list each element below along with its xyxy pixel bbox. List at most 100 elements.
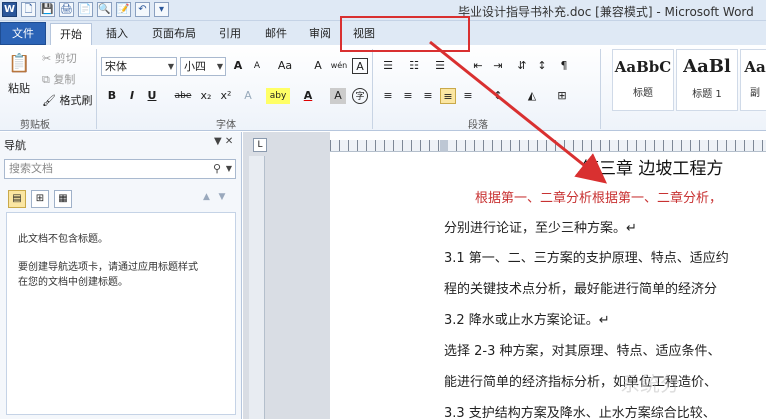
tab-mailings[interactable]: 邮件 — [256, 23, 296, 45]
group-separator — [372, 49, 373, 129]
phonetic-guide-button[interactable]: wén — [330, 58, 348, 74]
cut-button[interactable]: ✂ 剪切 — [42, 51, 77, 67]
close-icon[interactable]: ✕ — [225, 136, 233, 147]
nav-prev-next[interactable]: ▲ ▼ — [203, 192, 225, 202]
superscript-button[interactable]: x² — [218, 88, 234, 104]
ribbon-home: 📋 粘贴 ✂ 剪切 ⧉ 复制 🖌 格式刷 剪贴板 宋体 ▼ 小四 ▼ A A Aa … — [0, 45, 766, 131]
text-effects-button[interactable]: A — [240, 88, 256, 104]
paste-icon[interactable]: 📋 — [8, 51, 30, 77]
align-right-icon[interactable]: ≡ — [420, 88, 436, 104]
show-marks-icon[interactable]: ¶ — [556, 58, 572, 74]
nav-view-tabs: ▤ ⊞ ▦ — [8, 190, 72, 208]
undo-icon[interactable]: ↶ — [135, 2, 150, 17]
nav-no-headings-text: 此文档不包含标题。 — [18, 234, 108, 245]
change-case-button[interactable]: Aa — [274, 58, 296, 74]
indent-marker[interactable] — [440, 140, 448, 152]
align-center-icon[interactable]: ≡ — [400, 88, 416, 104]
window-title: 毕业设计指导书补充.doc [兼容模式] - Microsoft Word — [458, 5, 754, 19]
shading-icon[interactable]: ◭ — [524, 88, 540, 104]
format-painter-button[interactable]: 🖌 格式刷 — [42, 93, 92, 109]
character-shading-button[interactable]: A — [330, 88, 346, 104]
sort-icon[interactable]: ↕ — [534, 58, 550, 74]
chinese-layout-icon[interactable]: ⇵ — [514, 58, 530, 74]
font-size-combo[interactable]: 小四 ▼ — [180, 57, 226, 76]
align-left-icon[interactable]: ≡ — [380, 88, 396, 104]
copy-icon: ⧉ — [42, 73, 54, 86]
nav-help-text-line1: 要创建导航选项卡，请通过应用标题样式 — [18, 262, 198, 273]
line-spacing-icon[interactable]: ↕ — [490, 88, 506, 104]
nav-help-text-line2: 在您的文档中创建标题。 — [18, 277, 128, 288]
view-tab-highlight — [340, 16, 470, 52]
font-group-label: 字体 — [216, 120, 236, 131]
nav-pane-controls[interactable]: ▼ ✕ — [214, 136, 233, 147]
strikethrough-button[interactable]: abe — [172, 88, 194, 104]
borders-icon[interactable]: ⊞ — [554, 88, 570, 104]
edit-icon[interactable]: 📝 — [116, 2, 131, 17]
clipboard-group-label: 剪贴板 — [20, 120, 50, 131]
print-preview-icon[interactable]: 📄 — [78, 2, 93, 17]
doc-line: 程的关键技术点分析，最好能进行简单的经济分 — [444, 282, 718, 297]
headings-tab-icon[interactable]: ▤ — [8, 190, 26, 208]
character-border-button[interactable]: A — [352, 58, 368, 74]
customize-qat-icon[interactable]: ▾ — [154, 2, 169, 17]
italic-button[interactable]: I — [124, 88, 140, 104]
tab-insert[interactable]: 插入 — [96, 23, 138, 45]
enclose-characters-button[interactable]: 字 — [352, 88, 368, 104]
watermark: 系统分 — [620, 372, 680, 396]
tab-page-layout[interactable]: 页面布局 — [144, 23, 204, 45]
subscript-button[interactable]: x₂ — [198, 88, 214, 104]
tab-references[interactable]: 引用 — [210, 23, 250, 45]
font-color-button[interactable]: A — [300, 88, 316, 104]
bold-button[interactable]: B — [104, 88, 120, 104]
chevron-down-icon: ▼ — [216, 62, 223, 71]
bullets-icon[interactable]: ☰ — [380, 58, 396, 74]
chevron-down-icon: ▼ — [167, 62, 174, 71]
chevron-down-icon[interactable]: ▼ — [214, 136, 222, 147]
paragraph-group-label: 段落 — [468, 120, 488, 131]
doc-line: 3.1 第一、二、三方案的支护原理、特点、适应约 — [444, 251, 729, 266]
copy-button[interactable]: ⧉ 复制 — [42, 72, 75, 88]
increase-indent-icon[interactable]: ⇥ — [490, 58, 506, 74]
doc-line: 选择 2-3 种方案，对其原理、特点、适应条件、 — [444, 344, 721, 359]
tab-selector[interactable]: L — [253, 138, 267, 152]
search-icon[interactable]: ⚲ — [213, 160, 221, 178]
vertical-ruler[interactable] — [249, 156, 265, 419]
style-title[interactable]: AaBbC 标题 — [612, 49, 674, 111]
distributed-icon[interactable]: ≡ — [460, 88, 476, 104]
print-icon[interactable]: 🖨 — [59, 2, 74, 17]
quick-access-toolbar: W 🗋 💾 🖨 📄 🔍 📝 ↶ ▾ — [2, 2, 169, 17]
clear-format-button[interactable]: A — [310, 58, 326, 74]
justify-icon[interactable]: ≡ — [440, 88, 456, 104]
chapter-heading: 第三章 边坡工程方 — [582, 159, 724, 179]
style-subtitle[interactable]: Aa 副 — [740, 49, 766, 111]
grow-font-button[interactable]: A — [230, 58, 246, 74]
pages-tab-icon[interactable]: ⊞ — [31, 190, 49, 208]
shrink-font-button[interactable]: A — [249, 58, 265, 74]
multilevel-list-icon[interactable]: ☰ — [432, 58, 448, 74]
tab-home[interactable]: 开始 — [50, 23, 92, 46]
new-document-icon[interactable]: 🗋 — [21, 2, 36, 17]
save-icon[interactable]: 💾 — [40, 2, 55, 17]
navigation-pane: 导航 ▼ ✕ 搜索文档 ⚲ ▼ ▤ ⊞ ▦ ▲ ▼ 此文档不包含标题。 要创建导… — [0, 132, 242, 419]
paste-button[interactable]: 粘贴 — [8, 81, 30, 97]
cut-icon: ✂ — [42, 52, 55, 65]
underline-button[interactable]: U — [144, 88, 160, 104]
highlight-button[interactable]: aby — [266, 88, 290, 104]
font-name-combo[interactable]: 宋体 ▼ — [101, 57, 177, 76]
chevron-down-icon[interactable]: ▼ — [226, 160, 232, 178]
style-heading-1[interactable]: AaBl 标题 1 — [676, 49, 738, 111]
results-tab-icon[interactable]: ▦ — [54, 190, 72, 208]
doc-line: 3.2 降水或止水方案论证。↵ — [444, 313, 610, 328]
group-separator — [600, 49, 601, 129]
horizontal-ruler[interactable] — [330, 140, 766, 152]
find-icon[interactable]: 🔍 — [97, 2, 112, 17]
doc-line-red: 根据第一、二章分析根据第一、二章分析， — [475, 191, 723, 206]
numbering-icon[interactable]: ☷ — [406, 58, 422, 74]
format-painter-icon: 🖌 — [42, 94, 60, 107]
word-app-icon[interactable]: W — [2, 2, 17, 17]
tab-file[interactable]: 文件 — [0, 22, 46, 45]
tab-review[interactable]: 审阅 — [300, 23, 340, 45]
nav-search-input[interactable]: 搜索文档 ⚲ ▼ — [4, 159, 236, 179]
doc-line: 分别进行论证，至少三种方案。↵ — [444, 221, 637, 236]
decrease-indent-icon[interactable]: ⇤ — [470, 58, 486, 74]
